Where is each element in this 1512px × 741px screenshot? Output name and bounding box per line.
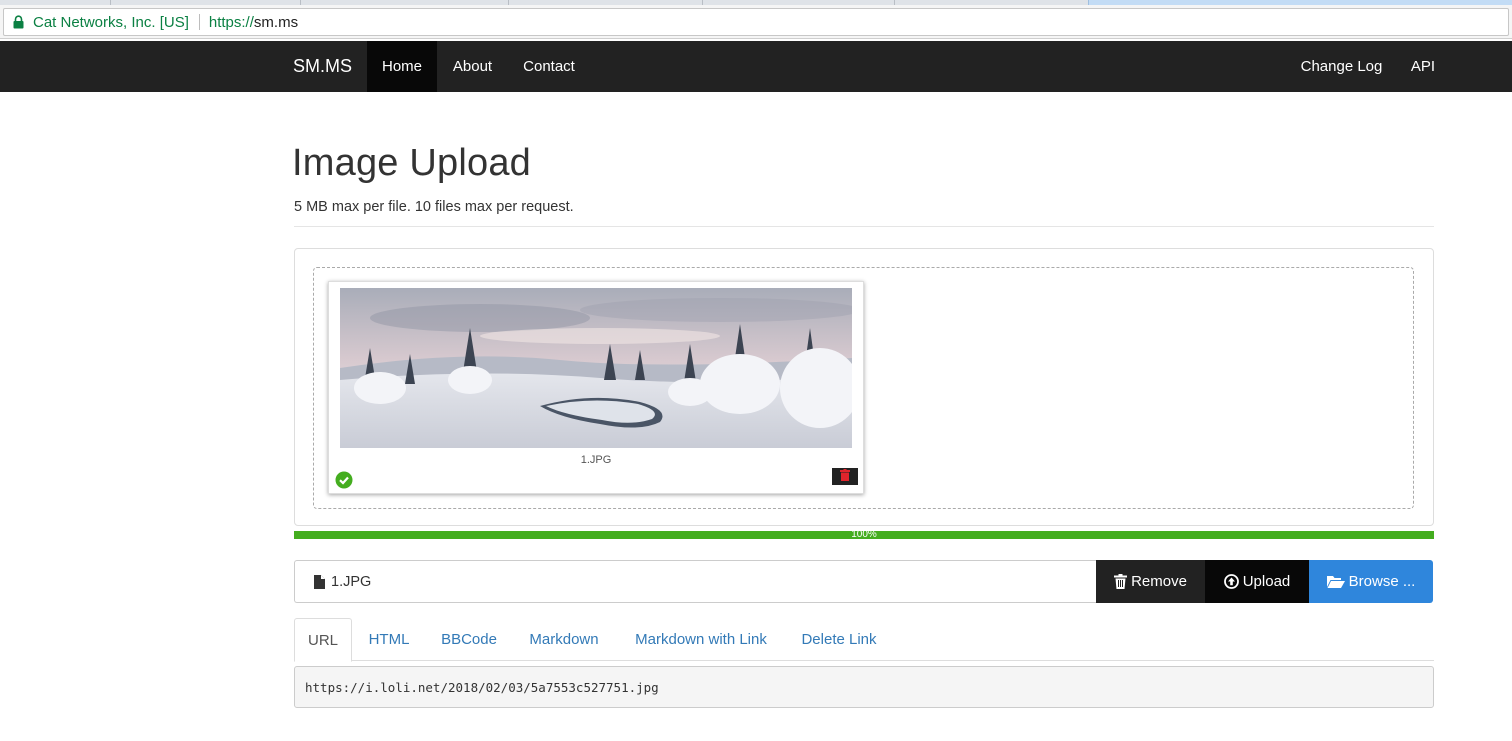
address-divider xyxy=(198,14,200,30)
browser-address-bar: Cat Networks, Inc. [US] https://sm.ms xyxy=(0,5,1512,39)
drop-zone[interactable]: 1.JPG xyxy=(313,267,1414,509)
nav-about[interactable]: About xyxy=(437,41,508,92)
page-title: Image Upload xyxy=(292,142,531,184)
preview-delete-button[interactable] xyxy=(832,468,858,485)
nav-change-log[interactable]: Change Log xyxy=(1286,41,1397,92)
file-icon xyxy=(314,574,325,589)
tab-markdown-with-link[interactable]: Markdown with Link xyxy=(620,618,782,661)
file-caption-name: 1.JPG xyxy=(331,573,372,590)
remove-label: Remove xyxy=(1131,573,1187,590)
file-preview-card: 1.JPG xyxy=(328,281,864,494)
url-scheme: https:// xyxy=(208,13,254,31)
nav-home[interactable]: Home xyxy=(367,41,437,92)
upload-progress-bar: 100% xyxy=(294,529,1434,540)
trash-icon xyxy=(840,468,850,486)
tab-markdown[interactable]: Markdown xyxy=(516,618,612,661)
upload-panel: 1.JPG xyxy=(294,248,1434,526)
check-circle-icon xyxy=(335,471,353,489)
lock-icon xyxy=(13,15,25,29)
nav-api[interactable]: API xyxy=(1397,41,1449,92)
url-input[interactable]: Cat Networks, Inc. [US] https://sm.ms xyxy=(3,8,1509,36)
tab-delete-link[interactable]: Delete Link xyxy=(790,618,888,661)
folder-open-icon xyxy=(1326,575,1345,588)
header-divider xyxy=(294,226,1434,227)
tab-url[interactable]: URL xyxy=(294,618,352,662)
browse-button[interactable]: Browse ... xyxy=(1309,560,1433,603)
trash-icon xyxy=(1114,574,1128,589)
remove-button[interactable]: Remove xyxy=(1096,560,1205,603)
upload-label: Upload xyxy=(1242,573,1291,590)
file-caption[interactable]: 1.JPG xyxy=(294,560,1097,603)
brand-logo[interactable]: SM.MS xyxy=(293,41,352,92)
upload-circle-icon xyxy=(1223,574,1239,589)
url-host: sm.ms xyxy=(253,13,299,31)
file-input-group: 1.JPG Remove Upload Browse ... xyxy=(294,560,1434,603)
browse-label: Browse ... xyxy=(1348,573,1416,590)
page-subtitle: 5 MB max per file. 10 files max per requ… xyxy=(294,199,574,215)
progress-label: 100% xyxy=(851,529,877,540)
nav-contact[interactable]: Contact xyxy=(508,41,590,92)
preview-image xyxy=(340,288,852,448)
security-label[interactable]: Cat Networks, Inc. [US] xyxy=(33,14,189,31)
preview-filename: 1.JPG xyxy=(580,454,612,466)
result-tabs: URL HTML BBCode Markdown Markdown with L… xyxy=(294,618,1434,662)
top-navbar: SM.MS Home About Contact Change Log API xyxy=(0,41,1512,92)
tab-html[interactable]: HTML xyxy=(356,618,422,661)
upload-button[interactable]: Upload xyxy=(1205,560,1309,603)
result-url-field[interactable]: https://i.loli.net/2018/02/03/5a7553c527… xyxy=(294,666,1434,708)
tab-bbcode[interactable]: BBCode xyxy=(428,618,510,661)
